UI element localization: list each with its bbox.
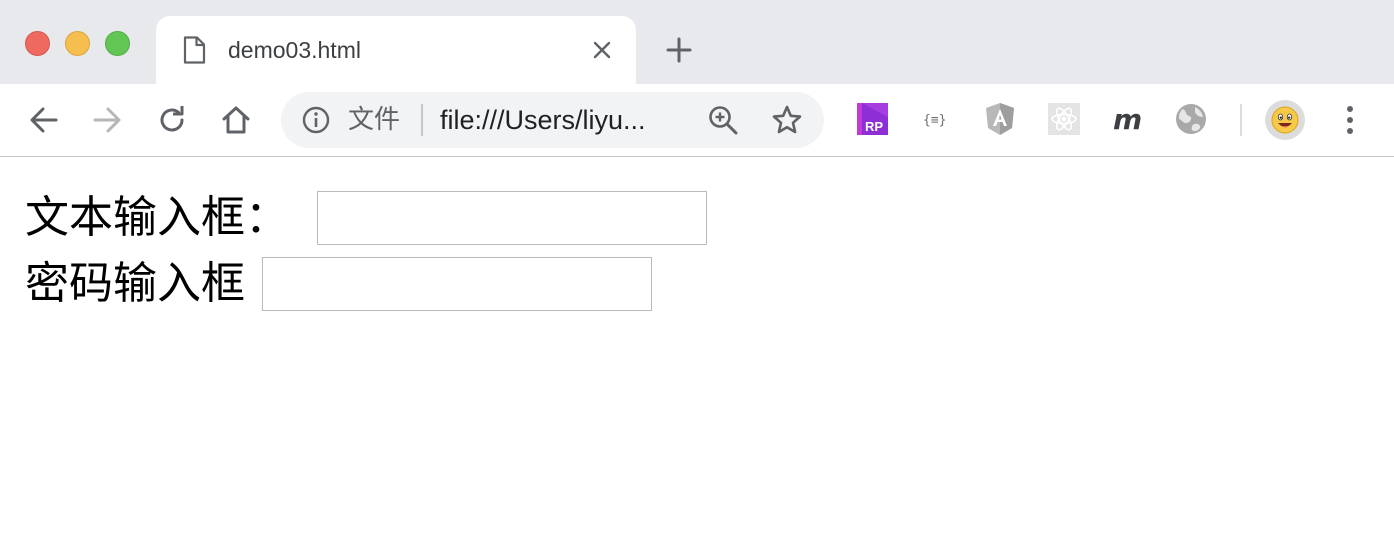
text-input[interactable]: [317, 191, 707, 245]
text-input-row: 文本输入框：: [25, 190, 707, 246]
emoji-face-icon: [1271, 106, 1299, 134]
document-icon: [183, 36, 206, 64]
info-icon[interactable]: [302, 106, 330, 134]
text-input-label: 文本输入框：: [25, 192, 289, 243]
svg-text:{≡}: {≡}: [923, 113, 946, 128]
security-label: 文件: [348, 105, 401, 135]
password-input-label: 密码输入框: [25, 258, 245, 309]
tab-strip: demo03.html: [0, 0, 1394, 84]
home-button[interactable]: [219, 103, 253, 137]
globe-icon: [1176, 104, 1206, 134]
window-maximize-button[interactable]: [105, 31, 130, 56]
window-close-button[interactable]: [25, 31, 50, 56]
arrow-left-icon: [30, 107, 58, 133]
m-extension-icon: m: [1113, 103, 1142, 135]
active-tab[interactable]: demo03.html: [156, 16, 636, 84]
json-formatter-icon: {≡}: [923, 113, 946, 128]
json-formatter-extension[interactable]: {≡}: [918, 101, 954, 137]
reload-button[interactable]: [155, 103, 189, 137]
react-devtools-icon: [1048, 103, 1080, 135]
angular-icon: [986, 103, 1014, 135]
address-bar[interactable]: 文件 file:///Users/liyu...: [281, 92, 824, 148]
window-minimize-button[interactable]: [65, 31, 90, 56]
url-text[interactable]: file:///Users/liyu...: [440, 104, 646, 136]
password-input-row: 密码输入框: [25, 256, 652, 312]
svg-text:m: m: [1113, 103, 1142, 135]
forward-button[interactable]: [90, 103, 124, 137]
new-tab-icon[interactable]: [666, 37, 692, 63]
tab-close-icon[interactable]: [592, 40, 612, 60]
reload-icon: [160, 106, 184, 132]
bookmark-star-icon[interactable]: [771, 104, 803, 136]
svg-text:RP: RP: [865, 119, 883, 134]
tab-title: demo03.html: [228, 37, 361, 63]
axure-rp-icon: RP: [857, 103, 888, 135]
zoom-in-icon[interactable]: [708, 105, 738, 135]
omnibox-divider: [421, 104, 423, 136]
globe-extension[interactable]: [1173, 101, 1209, 137]
profile-avatar[interactable]: [1265, 100, 1305, 140]
password-input[interactable]: [262, 257, 652, 311]
page-content: 文本输入框： 密码输入框: [0, 158, 1394, 544]
arrow-right-icon: [93, 107, 121, 133]
home-icon: [222, 106, 250, 134]
browser-toolbar: 文件 file:///Users/liyu... RP {≡} m: [0, 84, 1394, 157]
m-extension[interactable]: m: [1110, 101, 1146, 137]
react-devtools-extension[interactable]: [1046, 101, 1082, 137]
toolbar-separator: [1240, 104, 1242, 136]
more-menu-icon[interactable]: [1334, 103, 1366, 137]
back-button[interactable]: [27, 103, 61, 137]
angular-extension[interactable]: [982, 101, 1018, 137]
axure-rp-extension[interactable]: RP: [854, 101, 890, 137]
